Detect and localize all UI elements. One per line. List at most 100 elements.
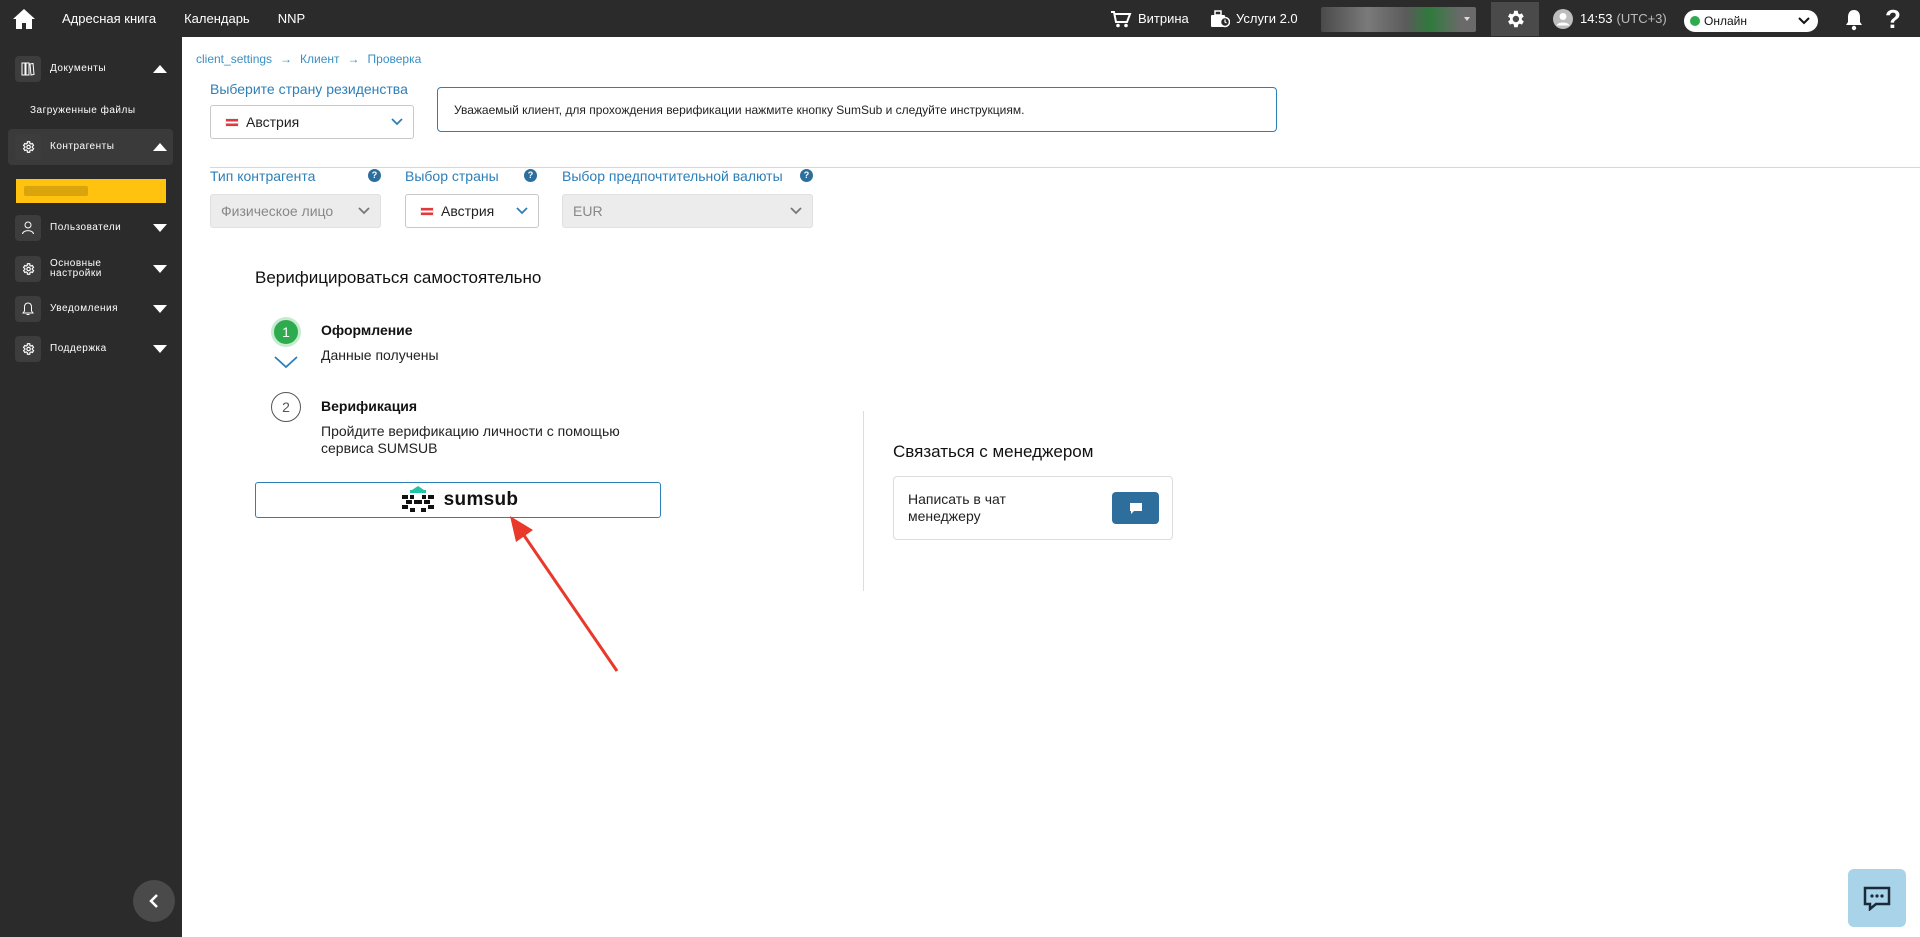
sidebar-item-users[interactable]: Пользователи [8, 210, 173, 246]
vitrina-link[interactable]: Витрина [1110, 0, 1189, 37]
country-select[interactable]: Австрия [405, 194, 539, 228]
sumsub-button[interactable]: sumsub [255, 482, 661, 518]
cart-icon [1111, 10, 1132, 27]
sidebar-item-documents[interactable]: Документы [8, 51, 173, 87]
residence-label: Выберите страну резиденства [210, 81, 408, 97]
chevron-left-icon [149, 894, 158, 908]
account-switcher[interactable] [1321, 7, 1476, 32]
caret-up-icon [153, 65, 167, 73]
library-icon [15, 56, 41, 82]
caret-down-icon [153, 224, 167, 232]
residence-select[interactable]: Австрия [210, 105, 414, 139]
help-icon[interactable]: ? [368, 169, 381, 182]
breadcrumb: client_settings → Клиент → Проверка [196, 52, 421, 66]
caret-down-icon [153, 265, 167, 273]
main-content: client_settings → Клиент → Проверка Выбе… [182, 37, 1920, 937]
country-label: Выбор страны [405, 168, 499, 184]
manager-title: Связаться с менеджером [893, 442, 1094, 461]
vitrina-label: Витрина [1138, 11, 1189, 26]
sidebar-subitem-selected[interactable] [16, 179, 166, 203]
step-2-title: Верификация [321, 398, 418, 414]
sidebar-item-support[interactable]: Поддержка [8, 331, 173, 367]
floating-chat-button[interactable] [1848, 869, 1906, 927]
caret-down-icon [153, 345, 167, 353]
help-icon[interactable]: ? [524, 169, 537, 182]
gear-icon [15, 134, 41, 160]
sumsub-logo-icon [401, 486, 434, 512]
redacted-label [24, 186, 88, 196]
currency-value: EUR [573, 203, 603, 219]
arrow-right-icon: → [347, 52, 360, 66]
sidebar-label-notifications: Уведомления [50, 303, 119, 314]
home-icon[interactable] [12, 8, 36, 30]
austria-flag-icon [225, 117, 239, 127]
sidebar-item-notifications[interactable]: Уведомления [8, 291, 173, 327]
step-2-desc-line: Пройдите верификацию личности с помощью [321, 423, 620, 439]
status-label: Онлайн [1704, 14, 1747, 28]
breadcrumb-item[interactable]: client_settings [196, 52, 272, 66]
chevron-down-icon [1798, 17, 1810, 25]
step-2-badge: 2 [271, 392, 301, 422]
sidebar-label-support: Поддержка [50, 343, 107, 354]
chevron-down-icon[interactable] [273, 355, 299, 369]
currency-label: Выбор предпочтительной валюты [562, 168, 783, 184]
step-2-desc: Пройдите верификацию личности с помощью … [321, 423, 620, 457]
step-1-desc: Данные получены [321, 347, 439, 363]
step-1-badge: 1 [271, 317, 301, 347]
manager-chat-button[interactable] [1112, 492, 1159, 524]
nav-nnp[interactable]: NNP [278, 11, 305, 26]
top-bar: Адресная книга Календарь NNP Витрина Усл… [0, 0, 1920, 37]
austria-flag-icon [420, 206, 434, 216]
sidebar-label-documents: Документы [50, 63, 107, 74]
sidebar: Документы Загруженные файлы Контрагенты … [0, 37, 182, 937]
sidebar-item-settings[interactable]: Основные настройки [8, 251, 173, 287]
status-select[interactable]: Онлайн [1684, 10, 1818, 32]
currency-select: EUR [562, 194, 813, 228]
sidebar-item-counterparties[interactable]: Контрагенты [8, 129, 173, 165]
country-value: Австрия [441, 203, 495, 219]
help-icon[interactable]: ? [800, 169, 813, 182]
help-icon[interactable]: ? [1885, 4, 1901, 35]
counterparty-type-value: Физическое лицо [221, 203, 334, 219]
gear-icon [15, 336, 41, 362]
nav-address-book[interactable]: Адресная книга [62, 11, 156, 26]
nav-calendar[interactable]: Календарь [184, 11, 250, 26]
chat-icon [1129, 502, 1142, 514]
services-link[interactable]: Услуги 2.0 [1210, 0, 1298, 37]
currency-label-text: Выбор предпочтительной валюты [562, 168, 783, 184]
country-label-text: Выбор страны [405, 168, 499, 184]
breadcrumb-item[interactable]: Клиент [300, 52, 340, 66]
user-icon [15, 215, 41, 241]
manager-chat-text: Написать в чат менеджеру [908, 491, 1006, 525]
sidebar-item-uploaded-files[interactable]: Загруженные файлы [30, 105, 136, 116]
gear-icon [1508, 10, 1524, 28]
sidebar-collapse-button[interactable] [133, 880, 175, 922]
timezone-label: (UTC+3) [1616, 11, 1667, 26]
time-label: 14:53 [1580, 11, 1613, 26]
chat-bubble-icon [1863, 886, 1891, 911]
manager-chat-card: Написать в чат менеджеру [893, 476, 1173, 540]
caret-down-icon [153, 305, 167, 313]
top-nav: Адресная книга Календарь NNP [62, 0, 305, 37]
verify-title: Верифицироваться самостоятельно [255, 268, 542, 287]
chevron-down-icon [391, 118, 403, 126]
info-notice: Уважаемый клиент, для прохождения верифи… [437, 87, 1277, 132]
chevron-down-icon [1464, 17, 1470, 21]
user-clock[interactable]: 14:53 (UTC+3) [1552, 0, 1667, 37]
arrow-right-icon: → [280, 52, 293, 66]
divider-vertical [863, 411, 864, 591]
bell-icon[interactable] [1844, 9, 1864, 31]
breadcrumb-item[interactable]: Проверка [368, 52, 422, 66]
step-2-desc-line: сервиса SUMSUB [321, 440, 438, 456]
residence-value: Австрия [246, 114, 300, 130]
settings-button[interactable] [1491, 2, 1539, 36]
chevron-down-icon [516, 207, 528, 215]
services-label: Услуги 2.0 [1236, 11, 1298, 26]
counterparty-type-label-text: Тип контрагента [210, 168, 316, 184]
sumsub-label: sumsub [443, 489, 519, 510]
sidebar-label-users: Пользователи [50, 222, 122, 233]
services-icon [1211, 9, 1230, 27]
chevron-down-icon [790, 207, 802, 215]
chevron-down-icon [358, 207, 370, 215]
bell-icon [15, 296, 41, 322]
